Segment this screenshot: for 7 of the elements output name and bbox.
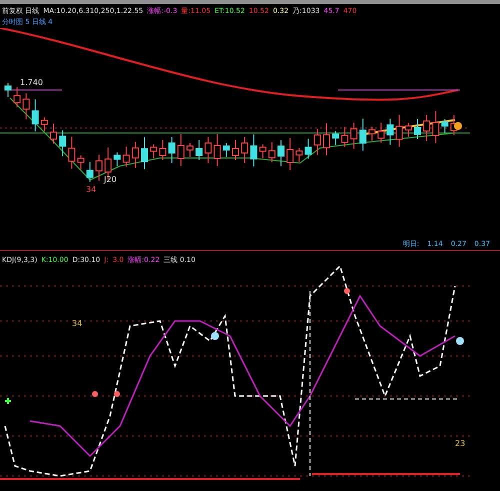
signal-dot bbox=[456, 337, 464, 345]
chart-label: 1.740 bbox=[20, 78, 43, 87]
chart-label: J20 bbox=[104, 175, 117, 184]
chart-label: 34 bbox=[72, 319, 82, 328]
chart-label: 34 bbox=[86, 185, 96, 194]
signal-dot bbox=[211, 332, 219, 340]
chart-label: 23 bbox=[455, 439, 466, 448]
